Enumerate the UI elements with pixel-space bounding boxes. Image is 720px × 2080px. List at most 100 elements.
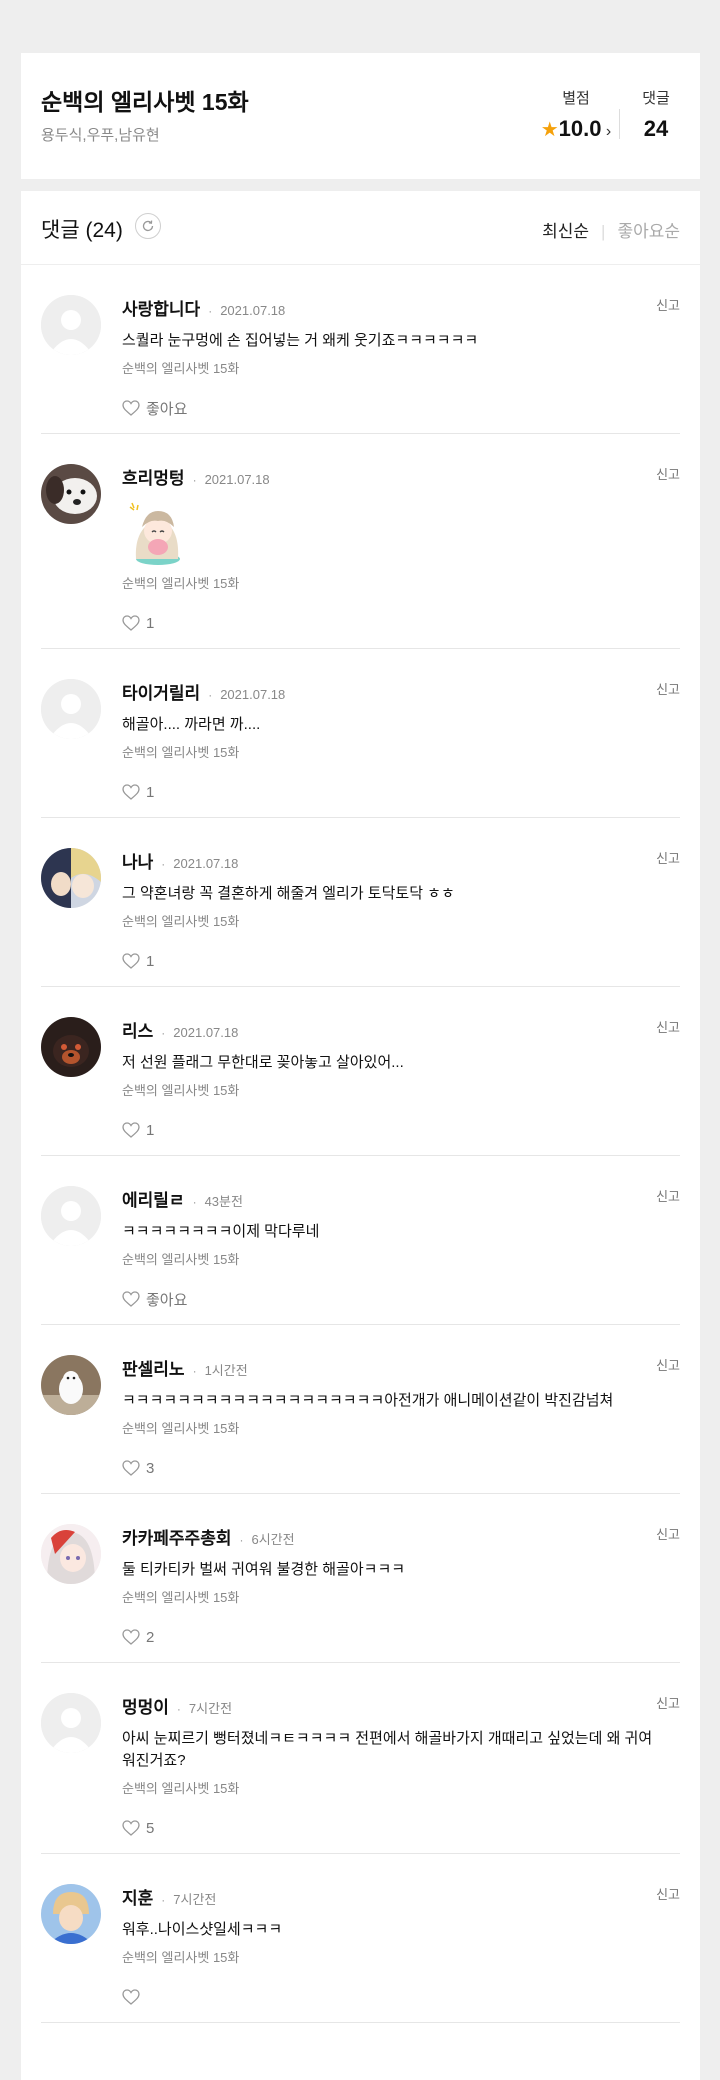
separator-dot: · (192, 473, 197, 487)
comment-item: 신고 에리릴ㄹ · 43분전 ㅋㅋㅋㅋㅋㅋㅋㅋ이제 막다루네 순백의 엘리사벳 … (41, 1156, 680, 1325)
like-button[interactable]: 2 (122, 1626, 657, 1648)
avatar[interactable] (41, 679, 101, 739)
comment-episode: 순백의 엘리사벳 15화 (122, 1950, 240, 1965)
chevron-right-icon: › (601, 123, 612, 140)
comment-nickname[interactable]: 에리릴ㄹ (122, 1186, 185, 1211)
heart-icon (122, 784, 146, 800)
avatar[interactable] (41, 848, 101, 908)
episode-authors: 용두식,우푸,남유현 (41, 127, 160, 144)
avatar[interactable] (41, 464, 101, 524)
like-count: 좋아요 (146, 400, 188, 418)
comment-nickname[interactable]: 카카페주주총회 (122, 1524, 231, 1549)
like-count: 1 (146, 952, 155, 970)
avatar[interactable] (41, 1524, 101, 1584)
comment-date: 1시간전 (204, 1363, 248, 1378)
avatar[interactable] (41, 1017, 101, 1077)
comment-nickname[interactable]: 판셀리노 (122, 1355, 185, 1380)
comment-text: ㅋㅋㅋㅋㅋㅋㅋㅋㅋㅋㅋㅋㅋㅋㅋㅋㅋㅋㅋ아전개가 애니메이션같이 박진감넘쳐 (122, 1392, 614, 1409)
like-count: 1 (146, 614, 155, 632)
separator-dot: · (161, 1026, 166, 1040)
comment-nickname[interactable]: 타이거릴리 (122, 679, 200, 704)
separator-dot: · (192, 1195, 197, 1209)
comment-episode: 순백의 엘리사벳 15화 (122, 1252, 240, 1267)
sticker-image (122, 497, 192, 567)
comment-nickname[interactable]: 나나 (122, 848, 153, 873)
like-button[interactable]: 좋아요 (122, 397, 657, 419)
divider: | (601, 222, 606, 241)
report-button[interactable]: 신고 (656, 1186, 680, 1205)
like-button[interactable]: 좋아요 (122, 1288, 657, 1310)
sort-latest-button[interactable]: 최신순 (542, 222, 589, 241)
comment-nickname[interactable]: 흐리멍텅 (122, 464, 185, 489)
comment-text: 그 약혼녀랑 꼭 결혼하게 해줄겨 엘리가 토닥토닥 ㅎㅎ (122, 885, 455, 902)
refresh-button[interactable] (135, 213, 161, 239)
report-button[interactable]: 신고 (656, 679, 680, 698)
comment-item: 신고 카카페주주총회 · 6시간전 둘 티카티카 벌써 귀여워 불경한 해골아ㅋ… (41, 1494, 680, 1663)
avatar[interactable] (41, 1884, 101, 1944)
separator-dot: · (192, 1364, 197, 1378)
comment-nickname[interactable]: 리스 (122, 1017, 153, 1042)
comment-item: 신고 리스 · 2021.07.18 저 선원 플래그 무한대로 꽂아놓고 살아… (41, 987, 680, 1156)
like-button[interactable]: 1 (122, 781, 657, 803)
comment-episode: 순백의 엘리사벳 15화 (122, 1083, 240, 1098)
comment-list: 신고 사랑합니다 · 2021.07.18 스퀄라 눈구멍에 손 집어넣는 거 … (21, 265, 700, 2023)
comment-text: 해골아.... 까라면 까.... (122, 716, 261, 733)
report-button[interactable]: 신고 (656, 1524, 680, 1543)
heart-icon (122, 400, 146, 416)
report-button[interactable]: 신고 (656, 295, 680, 314)
like-button[interactable]: 3 (122, 1457, 657, 1479)
like-button[interactable] (122, 1986, 657, 2008)
comment-date: 2021.07.18 (173, 1025, 239, 1040)
report-button[interactable]: 신고 (656, 464, 680, 483)
episode-header: 순백의 엘리사벳 15화 용두식,우푸,남유현 별점 ★10.0 › 댓글 24 (21, 53, 700, 179)
like-count: 1 (146, 783, 155, 801)
comment-episode: 순백의 엘리사벳 15화 (122, 361, 240, 376)
separator-dot: · (161, 1893, 166, 1907)
avatar[interactable] (41, 1186, 101, 1246)
comment-episode: 순백의 엘리사벳 15화 (122, 914, 240, 929)
comment-date: 43분전 (204, 1194, 243, 1209)
report-button[interactable]: 신고 (656, 1017, 680, 1036)
comment-date: 7시간전 (173, 1892, 217, 1907)
comment-date: 2021.07.18 (204, 472, 270, 487)
comment-nickname[interactable]: 지훈 (122, 1884, 153, 1909)
comment-episode: 순백의 엘리사벳 15화 (122, 1781, 240, 1796)
comments-label: 댓글 (642, 90, 670, 107)
avatar[interactable] (41, 1355, 101, 1415)
avatar[interactable] (41, 1693, 101, 1753)
report-button[interactable]: 신고 (656, 1693, 680, 1712)
comment-text: ㅋㅋㅋㅋㅋㅋㅋㅋ이제 막다루네 (122, 1223, 320, 1240)
comment-date: 2021.07.18 (173, 856, 239, 871)
comment-item: 신고 판셀리노 · 1시간전 ㅋㅋㅋㅋㅋㅋㅋㅋㅋㅋㅋㅋㅋㅋㅋㅋㅋㅋㅋ아전개가 애… (41, 1325, 680, 1494)
like-button[interactable]: 5 (122, 1817, 657, 1839)
heart-icon (122, 1629, 146, 1645)
sort-likes-button[interactable]: 좋아요순 (617, 222, 680, 241)
like-count: 좋아요 (146, 1291, 188, 1309)
rating-stat[interactable]: 별점 ★10.0 › (536, 87, 616, 142)
report-button[interactable]: 신고 (656, 1355, 680, 1374)
heart-icon (122, 1820, 146, 1836)
like-button[interactable]: 1 (122, 612, 657, 634)
comment-text: 저 선원 플래그 무한대로 꽂아놓고 살아있어... (122, 1054, 404, 1071)
comment-item: 신고 타이거릴리 · 2021.07.18 해골아.... 까라면 까.... … (41, 649, 680, 818)
report-button[interactable]: 신고 (656, 848, 680, 867)
comment-text: 스퀄라 눈구멍에 손 집어넣는 거 왜케 웃기죠ㅋㅋㅋㅋㅋㅋ (122, 332, 479, 349)
comment-episode: 순백의 엘리사벳 15화 (122, 745, 240, 760)
star-icon: ★ (540, 119, 559, 141)
like-button[interactable]: 1 (122, 950, 657, 972)
comments-count: 24 (643, 116, 669, 141)
like-count: 5 (146, 1819, 155, 1837)
like-count: 3 (146, 1459, 155, 1477)
comment-episode: 순백의 엘리사벳 15화 (122, 576, 240, 591)
heart-icon (122, 953, 146, 969)
comment-nickname[interactable]: 사랑합니다 (122, 295, 200, 320)
heart-icon (122, 1989, 146, 2005)
like-button[interactable]: 1 (122, 1119, 657, 1141)
avatar[interactable] (41, 295, 101, 355)
comment-nickname[interactable]: 멍멍이 (122, 1693, 169, 1718)
separator-dot: · (208, 304, 213, 318)
separator-dot: · (239, 1533, 244, 1547)
sort-options: 최신순 | 좋아요순 (542, 217, 680, 242)
rating-value: 10.0 (558, 116, 602, 141)
report-button[interactable]: 신고 (656, 1884, 680, 1903)
